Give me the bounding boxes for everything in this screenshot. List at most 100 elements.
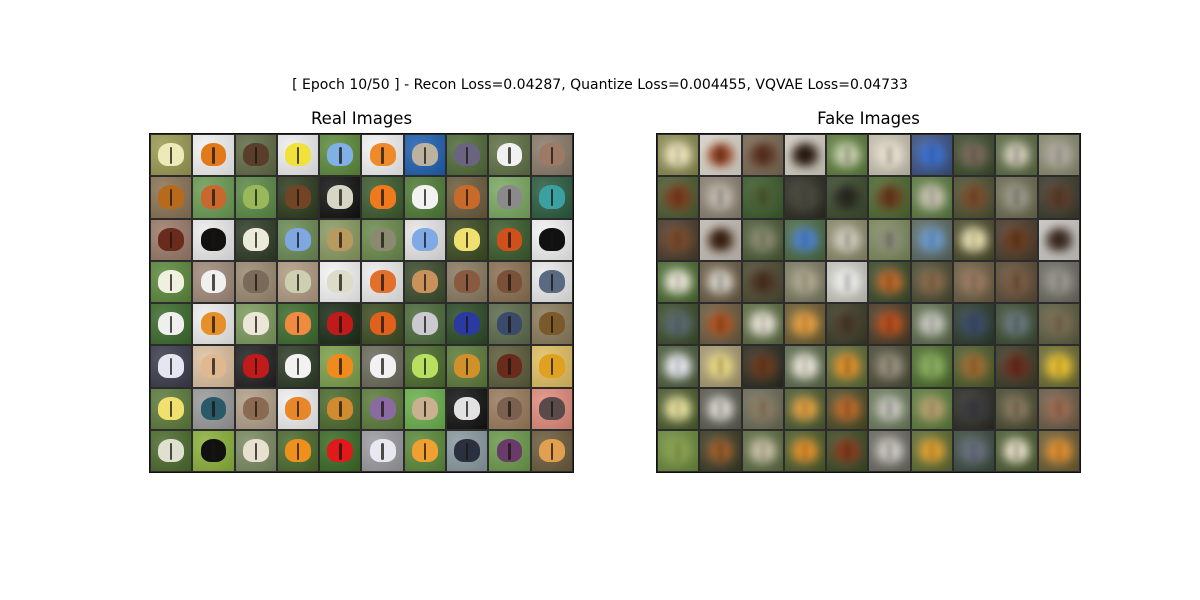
fake-image-tile <box>784 219 826 260</box>
real-image-tile <box>277 177 319 218</box>
real-image-tile <box>362 219 403 260</box>
real-image-tile <box>531 177 572 218</box>
fake-image-tile <box>954 346 995 387</box>
real-image-tile <box>489 430 530 471</box>
fake-image-tile <box>784 261 826 302</box>
real-image-tile <box>404 430 446 471</box>
fake-image-tile <box>869 388 910 429</box>
fake-images-title: Fake Images <box>817 109 920 128</box>
real-image-tile <box>151 430 192 471</box>
real-image-tile <box>489 346 530 387</box>
real-image-tile <box>531 219 572 260</box>
real-image-tile <box>193 261 234 302</box>
fake-image-tile <box>954 430 995 471</box>
real-image-tile <box>235 135 276 176</box>
real-image-tile <box>151 135 192 176</box>
real-image-tile <box>447 261 488 302</box>
fake-image-tile <box>954 261 995 302</box>
fake-image-tile <box>827 135 868 176</box>
real-image-tile <box>320 219 361 260</box>
real-image-tile <box>531 135 572 176</box>
fake-image-tile <box>827 219 868 260</box>
fake-image-tile <box>1038 304 1079 345</box>
fake-image-tile <box>911 177 953 218</box>
real-image-tile <box>320 135 361 176</box>
fake-image-tile <box>827 346 868 387</box>
real-image-tile <box>193 388 234 429</box>
fake-image-tile <box>742 388 783 429</box>
real-image-tile <box>235 177 276 218</box>
fake-image-tile <box>700 430 741 471</box>
real-image-tile <box>320 304 361 345</box>
real-image-tile <box>277 430 319 471</box>
fake-image-tile <box>827 261 868 302</box>
fake-image-tile <box>827 430 868 471</box>
real-image-tile <box>404 135 446 176</box>
fake-image-tile <box>996 261 1037 302</box>
real-image-tile <box>193 135 234 176</box>
real-image-tile <box>151 388 192 429</box>
fake-image-tile <box>784 177 826 218</box>
fake-image-tile <box>784 388 826 429</box>
fake-image-tile <box>1038 177 1079 218</box>
fake-image-tile <box>911 346 953 387</box>
real-image-tile <box>404 388 446 429</box>
real-image-tile <box>404 346 446 387</box>
fake-image-tile <box>784 430 826 471</box>
real-image-tile <box>193 430 234 471</box>
fake-image-tile <box>996 388 1037 429</box>
fake-image-tile <box>954 219 995 260</box>
real-image-tile <box>193 304 234 345</box>
fake-image-tile <box>658 219 699 260</box>
fake-image-tile <box>700 219 741 260</box>
real-image-tile <box>235 219 276 260</box>
real-images-grid <box>149 133 574 473</box>
fake-image-tile <box>869 430 910 471</box>
real-image-tile <box>151 177 192 218</box>
fake-image-tile <box>1038 430 1079 471</box>
real-image-tile <box>447 304 488 345</box>
real-image-tile <box>489 177 530 218</box>
fake-image-tile <box>827 177 868 218</box>
real-image-tile <box>531 346 572 387</box>
fake-image-tile <box>996 177 1037 218</box>
real-image-tile <box>404 177 446 218</box>
real-image-tile <box>277 261 319 302</box>
real-image-tile <box>235 388 276 429</box>
fake-image-tile <box>700 388 741 429</box>
fake-image-tile <box>911 135 953 176</box>
real-image-tile <box>320 261 361 302</box>
fake-image-tile <box>996 219 1037 260</box>
fake-image-tile <box>954 388 995 429</box>
real-image-tile <box>489 388 530 429</box>
fake-image-tile <box>996 346 1037 387</box>
fake-image-tile <box>700 304 741 345</box>
real-image-tile <box>193 219 234 260</box>
real-image-tile <box>277 388 319 429</box>
real-image-tile <box>447 177 488 218</box>
real-image-tile <box>193 346 234 387</box>
real-image-tile <box>362 177 403 218</box>
real-image-tile <box>320 388 361 429</box>
fake-image-tile <box>700 135 741 176</box>
fake-image-tile <box>658 135 699 176</box>
real-image-tile <box>531 261 572 302</box>
real-image-tile <box>235 304 276 345</box>
fake-image-tile <box>869 261 910 302</box>
fake-image-tile <box>658 346 699 387</box>
real-image-tile <box>320 346 361 387</box>
fake-image-tile <box>1038 219 1079 260</box>
real-image-tile <box>277 135 319 176</box>
fake-image-tile <box>911 430 953 471</box>
real-image-tile <box>235 261 276 302</box>
real-image-tile <box>362 135 403 176</box>
real-image-tile <box>489 304 530 345</box>
real-image-tile <box>320 430 361 471</box>
fake-image-tile <box>742 430 783 471</box>
fake-image-tile <box>869 346 910 387</box>
real-image-tile <box>235 430 276 471</box>
real-image-tile <box>531 388 572 429</box>
real-image-tile <box>151 304 192 345</box>
fake-image-tile <box>911 219 953 260</box>
fake-image-tile <box>658 388 699 429</box>
